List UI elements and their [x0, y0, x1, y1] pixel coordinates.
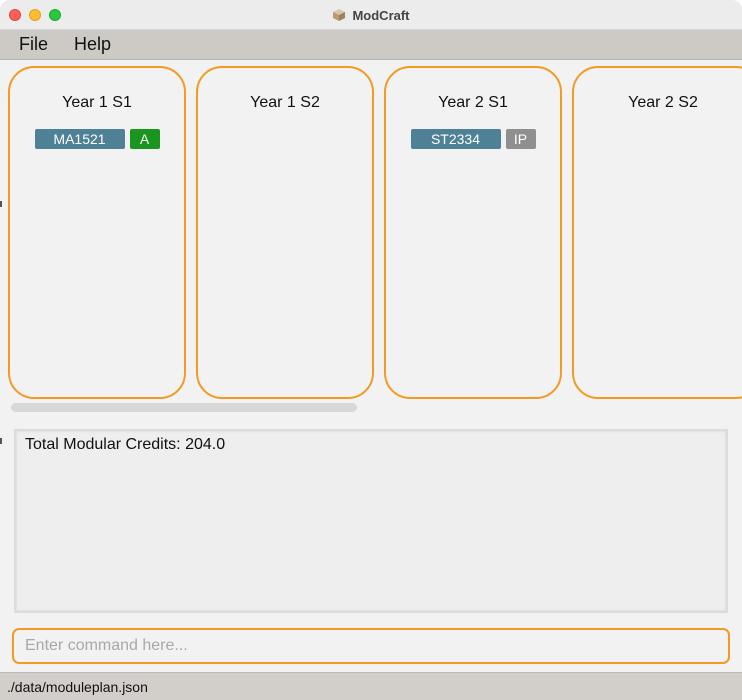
scrollbar-thumb[interactable]	[11, 403, 357, 412]
status-bar: ./data/moduleplan.json	[0, 672, 742, 700]
semester-card-year1-s2: Year 1 S2	[196, 66, 374, 399]
result-display: Total Modular Credits: 204.0	[14, 429, 728, 613]
save-location-path: ./data/moduleplan.json	[7, 679, 148, 695]
title-bar[interactable]: ModCraft	[0, 0, 742, 30]
divider-handle-mark	[0, 438, 2, 444]
module-code-tag[interactable]: MA1521	[34, 129, 125, 149]
command-box	[12, 628, 730, 664]
module-list: MA1521 A	[10, 129, 184, 149]
module-code-tag[interactable]: ST2334	[410, 129, 501, 149]
semester-card-year2-s1: Year 2 S1 ST2334 IP	[384, 66, 562, 399]
semester-title: Year 2 S1	[438, 94, 508, 111]
window-title: ModCraft	[352, 7, 410, 23]
semester-title: Year 2 S2	[628, 94, 698, 111]
result-text: Total Modular Credits: 204.0	[25, 436, 226, 453]
semester-title: Year 1 S1	[62, 94, 132, 111]
grade-badge: A	[129, 129, 160, 149]
app-window: ModCraft File Help Year 1 S1 MA1521 A Ye…	[0, 0, 742, 700]
divider-handle-mark	[0, 201, 2, 207]
semester-title: Year 1 S2	[250, 94, 320, 111]
menu-bar: File Help	[0, 30, 742, 60]
semester-board: Year 1 S1 MA1521 A Year 1 S2 Year 2 S1 S…	[0, 61, 742, 419]
semester-card-year2-s2: Year 2 S2	[572, 66, 742, 399]
horizontal-scrollbar[interactable]	[0, 400, 742, 412]
semester-card-year1-s1: Year 1 S1 MA1521 A	[8, 66, 186, 399]
grade-badge: IP	[505, 129, 536, 149]
package-icon	[333, 9, 346, 21]
command-input[interactable]	[14, 630, 728, 662]
menu-help[interactable]: Help	[74, 34, 111, 55]
module-list: ST2334 IP	[386, 129, 560, 149]
menu-file[interactable]: File	[19, 34, 48, 55]
